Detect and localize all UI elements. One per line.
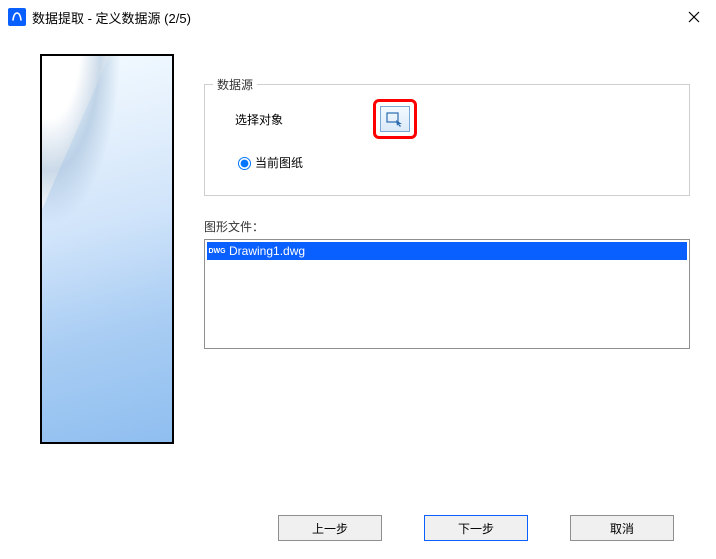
tutorial-highlight: [373, 99, 417, 139]
drawing-files-label: 图形文件：: [204, 218, 690, 235]
select-objects-button[interactable]: [380, 106, 410, 132]
next-button[interactable]: 下一步: [424, 515, 528, 541]
close-button[interactable]: [672, 0, 716, 34]
drawing-files-list[interactable]: DWG Drawing1.dwg: [204, 239, 690, 349]
data-source-group: 数据源 选择对象 当前图纸: [204, 84, 690, 196]
cancel-button[interactable]: 取消: [570, 515, 674, 541]
wizard-side-image: [40, 54, 174, 444]
current-drawing-radio[interactable]: 当前图纸: [219, 147, 675, 177]
back-button[interactable]: 上一步: [278, 515, 382, 541]
titlebar: 数据提取 - 定义数据源 (2/5): [0, 0, 716, 34]
list-item[interactable]: DWG Drawing1.dwg: [207, 242, 687, 260]
data-source-legend: 数据源: [213, 76, 257, 93]
select-objects-icon: [386, 111, 404, 127]
select-objects-label: 选择对象: [235, 111, 283, 128]
window-title: 数据提取 - 定义数据源 (2/5): [32, 8, 191, 27]
page-fold-decoration: [40, 54, 110, 214]
dialog-content: 数据源 选择对象 当前图纸 图形文件：: [0, 34, 716, 444]
select-objects-row: 选择对象: [219, 99, 675, 139]
current-drawing-radio-input[interactable]: [238, 157, 251, 170]
current-drawing-label: 当前图纸: [255, 154, 303, 171]
wizard-button-bar: 上一步 下一步 取消: [0, 515, 716, 541]
main-panel: 数据源 选择对象 当前图纸 图形文件：: [204, 54, 690, 444]
dwg-file-icon: DWG: [209, 244, 225, 258]
app-icon: [8, 8, 26, 26]
file-name: Drawing1.dwg: [229, 244, 305, 258]
